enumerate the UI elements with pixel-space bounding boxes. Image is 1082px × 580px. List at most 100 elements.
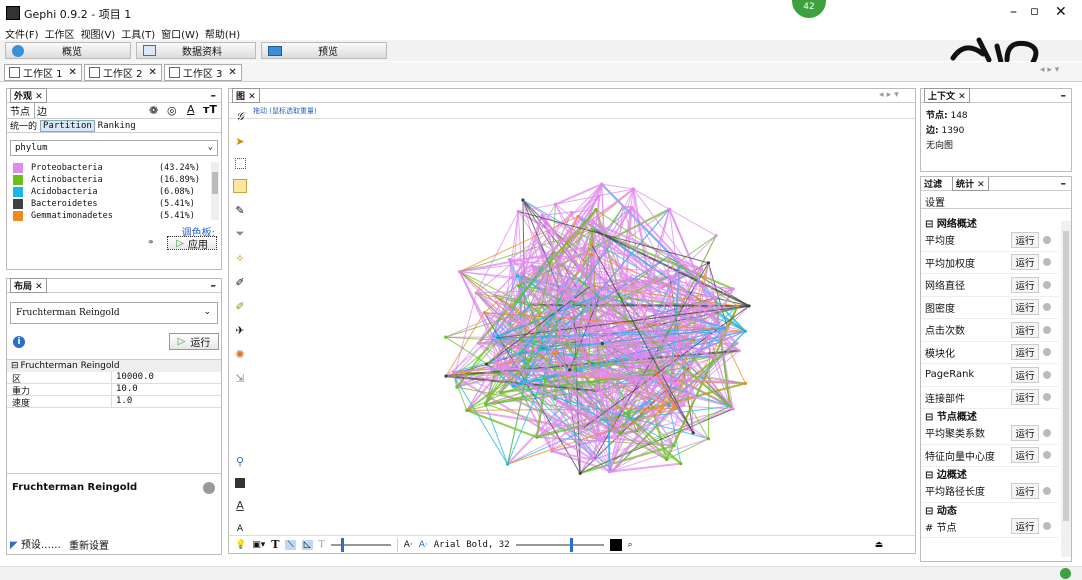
context-tab[interactable]: 上下文 ✕ bbox=[924, 88, 970, 103]
graph-node[interactable] bbox=[686, 347, 690, 352]
graph-node[interactable] bbox=[489, 336, 494, 340]
graph-node[interactable] bbox=[596, 335, 600, 339]
color-swatch[interactable] bbox=[13, 175, 23, 185]
graph-node[interactable] bbox=[595, 434, 600, 438]
graph-node[interactable] bbox=[731, 287, 735, 291]
graph-node[interactable] bbox=[638, 304, 642, 308]
settings-link[interactable]: 设置 bbox=[921, 191, 1071, 209]
graph-node[interactable] bbox=[672, 362, 676, 366]
run-stat-button[interactable]: 运行 bbox=[1011, 276, 1039, 293]
graph-node[interactable] bbox=[511, 384, 515, 388]
info-icon[interactable] bbox=[1043, 370, 1051, 379]
run-stat-button[interactable]: 运行 bbox=[1011, 254, 1039, 271]
graph-node[interactable] bbox=[598, 389, 602, 393]
tab-ranking[interactable]: Ranking bbox=[98, 121, 136, 131]
graph-node[interactable] bbox=[629, 275, 633, 280]
graph-node[interactable] bbox=[717, 304, 721, 309]
graph-node[interactable] bbox=[508, 307, 512, 312]
graph-node[interactable] bbox=[458, 269, 462, 274]
graph-node[interactable] bbox=[693, 395, 697, 399]
property-row[interactable]: 区 10000.0 bbox=[7, 372, 221, 385]
graph-node[interactable] bbox=[613, 431, 617, 435]
graph-node[interactable] bbox=[691, 431, 695, 435]
data-laboratory-button[interactable]: 数据资料 bbox=[136, 42, 256, 59]
graph-node[interactable] bbox=[590, 227, 594, 232]
graph-node[interactable] bbox=[708, 334, 712, 338]
graph-node[interactable] bbox=[600, 341, 604, 346]
graph-node[interactable] bbox=[671, 380, 675, 384]
info-icon[interactable] bbox=[1043, 428, 1051, 437]
graph-node[interactable] bbox=[551, 351, 555, 355]
graph-node[interactable] bbox=[735, 341, 739, 345]
stats-section-header[interactable]: ⊟ 节点概述 bbox=[921, 409, 1059, 423]
graph-node[interactable] bbox=[598, 293, 602, 297]
graph-node[interactable] bbox=[567, 406, 572, 411]
color-swatch[interactable] bbox=[13, 187, 23, 197]
info-icon[interactable] bbox=[1043, 303, 1051, 312]
rect-select-icon[interactable] bbox=[234, 158, 246, 169]
graph-node[interactable] bbox=[556, 337, 560, 341]
minimize-icon[interactable]: – bbox=[1061, 177, 1067, 190]
graph-node[interactable] bbox=[632, 354, 636, 359]
scrollbar[interactable] bbox=[1061, 221, 1071, 557]
graph-node[interactable] bbox=[668, 274, 672, 278]
font-color-button[interactable]: A· bbox=[404, 540, 413, 550]
minimize-icon[interactable]: – bbox=[211, 89, 217, 102]
graph-node[interactable] bbox=[520, 380, 524, 384]
palette-entry[interactable]: Acidobacteria (6.08%) bbox=[7, 186, 221, 198]
graph-node[interactable] bbox=[731, 407, 735, 411]
apply-button[interactable]: ▷ 应用 bbox=[167, 236, 217, 251]
brush-icon[interactable]: ✐ bbox=[233, 275, 247, 289]
menu-window[interactable]: 窗口(W) bbox=[161, 26, 199, 41]
graph-node[interactable] bbox=[521, 198, 525, 202]
graph-node[interactable] bbox=[672, 444, 676, 448]
color-swatch[interactable] bbox=[13, 199, 23, 209]
notification-badge[interactable]: 42 bbox=[792, 0, 826, 18]
funnel-icon[interactable]: ⏷ bbox=[233, 227, 247, 241]
palette-entry[interactable]: Proteobacteria (43.24%) bbox=[7, 162, 221, 174]
info-icon[interactable] bbox=[1043, 258, 1051, 267]
graph-node[interactable] bbox=[630, 205, 634, 209]
layout-algorithm-select[interactable]: Fruchterman Reingold ⌄ bbox=[10, 302, 218, 324]
palette-entry[interactable]: Gemmatimonadetes (5.41%) bbox=[7, 210, 221, 222]
graph-node[interactable] bbox=[597, 370, 602, 374]
close-button[interactable]: ✕ bbox=[1055, 4, 1067, 20]
graph-node[interactable] bbox=[600, 439, 604, 443]
graph-node[interactable] bbox=[444, 374, 448, 378]
tab-filters[interactable]: 过滤 bbox=[924, 177, 942, 190]
graph-node[interactable] bbox=[516, 209, 520, 214]
size-icon[interactable]: ◎ bbox=[167, 104, 177, 117]
graph-node[interactable] bbox=[711, 355, 715, 359]
graph-node[interactable] bbox=[534, 348, 539, 353]
menu-tools[interactable]: 工具(T) bbox=[121, 26, 155, 41]
edit-icon[interactable]: ⇲ bbox=[233, 371, 247, 385]
chain-icon[interactable]: ⚭ bbox=[147, 238, 155, 248]
graph-node[interactable] bbox=[580, 426, 585, 431]
run-stat-button[interactable]: 运行 bbox=[1011, 321, 1039, 338]
graph-node[interactable] bbox=[600, 182, 604, 186]
graph-node[interactable] bbox=[667, 207, 671, 211]
run-stat-button[interactable]: 运行 bbox=[1011, 447, 1039, 464]
graph-node[interactable] bbox=[492, 293, 496, 297]
graph-node[interactable] bbox=[713, 295, 717, 300]
graph-node[interactable] bbox=[621, 205, 625, 209]
select-icon[interactable] bbox=[233, 179, 247, 193]
graph-node[interactable] bbox=[465, 408, 469, 412]
graph-node[interactable] bbox=[673, 406, 677, 411]
graph-tab[interactable]: 图 ✕ bbox=[232, 88, 260, 103]
text-icon[interactable]: T bbox=[271, 538, 279, 551]
graph-node[interactable] bbox=[592, 458, 596, 462]
graph-node[interactable] bbox=[576, 214, 580, 219]
graph-node[interactable] bbox=[609, 241, 614, 245]
info-icon[interactable] bbox=[1043, 522, 1051, 531]
graph-node[interactable] bbox=[679, 462, 683, 466]
edge-scale-slider[interactable] bbox=[330, 537, 391, 552]
layout-tab[interactable]: 布局 ✕ bbox=[10, 278, 47, 293]
graph-node[interactable] bbox=[562, 286, 566, 290]
graph-node[interactable] bbox=[631, 187, 636, 191]
run-layout-button[interactable]: ▷ 运行 bbox=[169, 333, 219, 350]
graph-node[interactable] bbox=[570, 210, 574, 214]
graph-node[interactable] bbox=[535, 435, 539, 439]
text-size-icon[interactable]: T bbox=[319, 540, 325, 550]
graph-node[interactable] bbox=[559, 335, 564, 339]
